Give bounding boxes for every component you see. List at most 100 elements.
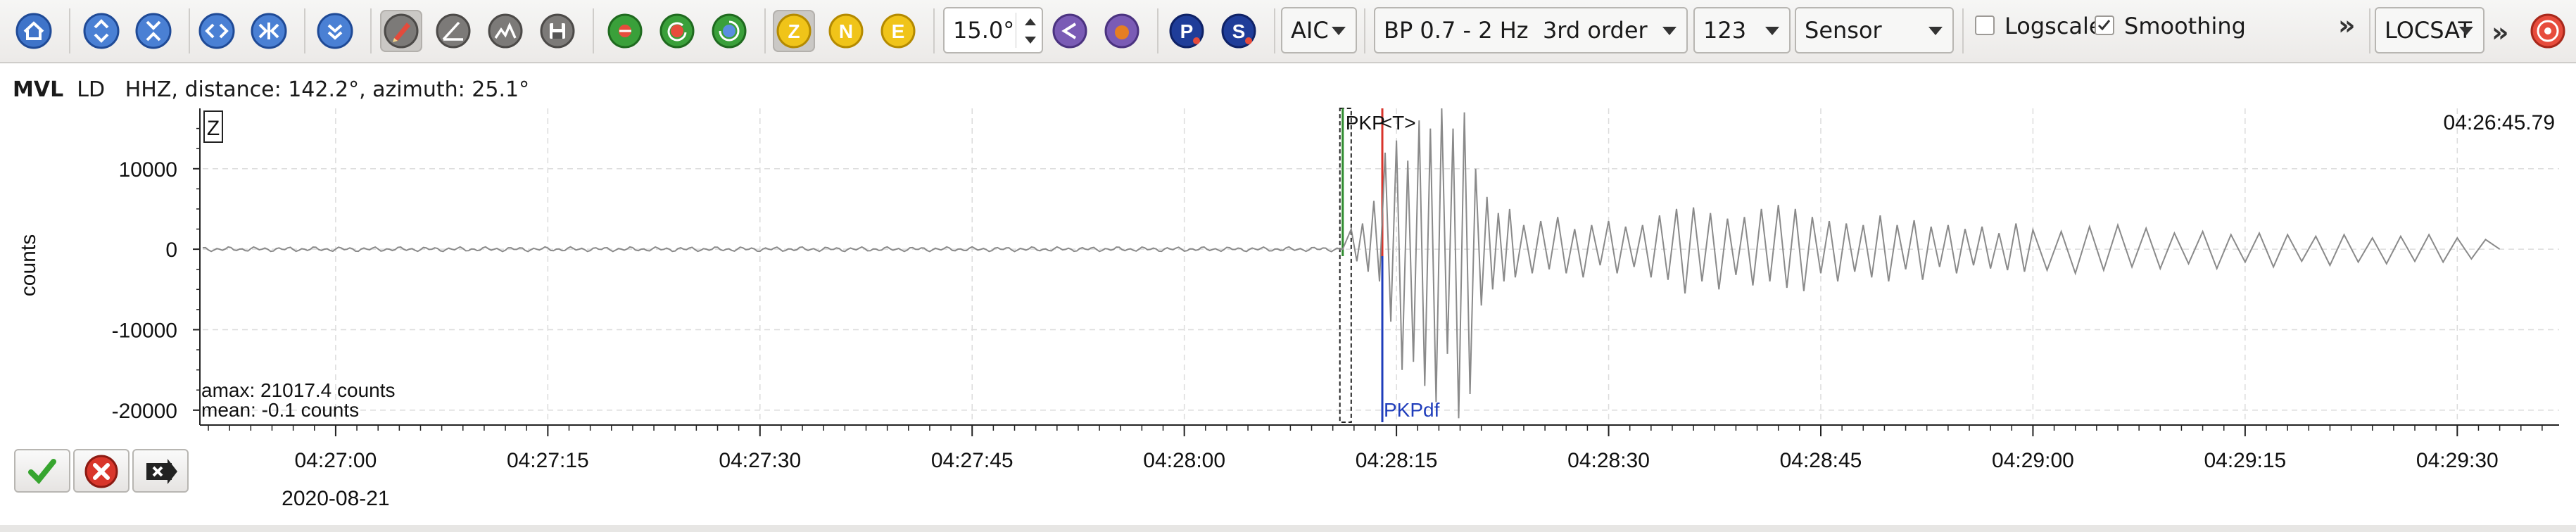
x-tick-label: 04:27:45 <box>931 449 1014 472</box>
pick-next-button[interactable] <box>708 10 750 52</box>
picker-method-value: AIC <box>1291 17 1329 44</box>
sort-by-distance-button[interactable] <box>1101 10 1143 52</box>
pick-uncertainty-window <box>1339 108 1352 423</box>
y-tick-label: 0 <box>165 239 177 262</box>
chevron-down-icon <box>1662 27 1677 35</box>
y-axis-label: counts <box>17 234 40 296</box>
component-n-button[interactable]: N <box>825 10 867 52</box>
trace-start-time: 04:26:45.79 <box>2444 111 2555 134</box>
zoom-in-time-button[interactable] <box>248 10 290 52</box>
component-e-button[interactable]: E <box>877 10 919 52</box>
x-tick-label: 04:27:15 <box>507 449 589 472</box>
smoothing-checkbox[interactable] <box>2095 15 2114 35</box>
mean-label: mean: -0.1 counts <box>201 399 359 421</box>
x-tick-label: 04:29:00 <box>1992 449 2074 472</box>
x-tick-label: 04:29:15 <box>2204 449 2286 472</box>
refresh-icon <box>712 13 747 49</box>
svg-text:S: S <box>1232 20 1246 42</box>
pick-previous-button[interactable] <box>604 10 646 52</box>
disk-icon <box>540 13 575 49</box>
accept-button[interactable] <box>14 449 70 493</box>
expand-horizontal-icon <box>198 13 235 49</box>
logscale-label[interactable]: Logscale <box>2004 13 2103 39</box>
chevron-down-icon <box>1928 27 1943 35</box>
plot-annotations: counts Z 04:26:45.79 amax: 21017.4 countsme… <box>17 110 2555 421</box>
forward-icon <box>146 459 177 484</box>
components-select[interactable]: 123 <box>1693 7 1791 53</box>
rotation-value: 15.0° <box>953 17 1015 44</box>
spectrum-tool-button[interactable] <box>484 10 526 52</box>
date-label: 2020-08-21 <box>282 487 389 510</box>
save-trace-button[interactable] <box>536 10 579 52</box>
apply-button[interactable] <box>132 449 189 493</box>
phase-s-button[interactable]: S <box>1218 10 1260 52</box>
chevron-down-icon <box>2459 27 2473 35</box>
logscale-checkbox[interactable] <box>1975 15 1995 35</box>
filter-select[interactable]: BP 0.7 - 2 Hz 3rd order <box>1374 7 1688 53</box>
zoom-out-time-button[interactable] <box>196 10 238 52</box>
phase-s-icon: S <box>1221 13 1256 49</box>
toolbar-overflow-chevron[interactable]: » <box>2338 10 2356 41</box>
svg-text:E: E <box>892 20 905 42</box>
x-tick-label: 04:28:30 <box>1567 449 1650 472</box>
svg-text:Z: Z <box>788 20 800 42</box>
x-axis-ticks: 04:27:00 04:27:15 04:27:30 04:27:45 04:28:00… <box>208 425 2543 510</box>
svg-text:P: P <box>1180 20 1194 42</box>
status-strip <box>0 525 2576 532</box>
align-icon <box>1104 13 1139 49</box>
pick-reset-button[interactable] <box>656 10 698 52</box>
zoom-both-button[interactable] <box>314 10 356 52</box>
pick-label-PKP: PKP <box>1346 112 1385 134</box>
unit-select[interactable]: Sensor <box>1795 7 1954 53</box>
x-tick-label: 04:28:45 <box>1780 449 1862 472</box>
picker-method-select[interactable]: AIC <box>1281 7 1357 53</box>
smoothing-label[interactable]: Smoothing <box>2124 13 2246 39</box>
chevron-down-icon <box>1765 27 1779 35</box>
relocate-button[interactable] <box>2527 10 2569 52</box>
spin-down-icon[interactable] <box>1025 37 1036 44</box>
waveform-plot[interactable]: 100000-10000-20000 04:27:00 04:27:15 04:27… <box>0 63 2576 525</box>
spin-up-icon[interactable] <box>1025 18 1036 25</box>
component-n-icon: N <box>828 13 864 49</box>
reject-button[interactable] <box>73 449 130 493</box>
zoom-out-vertical-button[interactable] <box>132 10 175 52</box>
x-tick-label: 04:27:30 <box>719 449 801 472</box>
compress-vertical-icon <box>135 13 172 49</box>
pick-label-T: <T> <box>1381 112 1416 134</box>
pick-label-PKPdf: PKPdf <box>1384 399 1440 421</box>
measure-tool-button[interactable] <box>432 10 474 52</box>
y-tick-label: 10000 <box>119 158 177 182</box>
phase-p-button[interactable]: P <box>1166 10 1208 52</box>
toolbar: Z N E 15.0° P S AIC BP 0.7 - 2 Hz 3rd or… <box>0 0 2576 63</box>
checkmark-icon <box>2097 20 2111 31</box>
double-chevron-icon <box>317 13 353 49</box>
rotation-spinbox[interactable]: 15.0° <box>943 7 1043 53</box>
reset-icon <box>659 13 695 49</box>
unit-value: Sensor <box>1805 17 1882 44</box>
component-z-icon: Z <box>776 13 812 49</box>
component-z-button[interactable]: Z <box>773 10 815 52</box>
x-tick-label: 04:28:15 <box>1356 449 1438 472</box>
pencil-icon <box>384 13 419 49</box>
pick-tool-button[interactable] <box>380 10 422 52</box>
components-value: 123 <box>1703 17 1747 44</box>
angle-icon <box>436 13 471 49</box>
target-icon <box>2530 13 2565 49</box>
arrow-left-icon <box>607 13 643 49</box>
trace-panel: MVL LD HHZ, distance: 142.2°, azimuth: 2… <box>0 63 2576 532</box>
x-tick-label: 04:29:30 <box>2416 449 2499 472</box>
phase-p-icon: P <box>1169 13 1204 49</box>
y-tick-label: -20000 <box>112 400 177 423</box>
filter-value: BP 0.7 - 2 Hz 3rd order <box>1384 17 1648 44</box>
rotate-left-button[interactable] <box>1049 10 1091 52</box>
locator-select[interactable]: LOCSAT <box>2375 7 2485 53</box>
home-button[interactable] <box>13 10 55 52</box>
expand-vertical-icon <box>83 13 120 49</box>
zoom-in-vertical-button[interactable] <box>80 10 122 52</box>
spectrum-icon <box>488 13 523 49</box>
locator-overflow-chevron[interactable]: » <box>2492 17 2509 48</box>
component-label: Z <box>207 117 220 140</box>
close-icon <box>84 455 118 488</box>
svg-text:N: N <box>839 20 853 42</box>
x-tick-label: 04:28:00 <box>1143 449 1225 472</box>
